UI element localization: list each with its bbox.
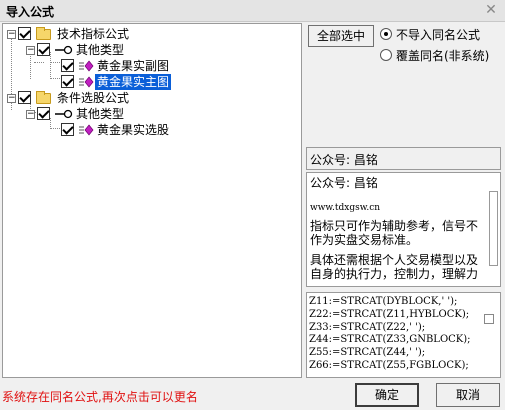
description-line-2: 具体还需根据个人交易模型以及自身的执行力，控制力，理解力	[310, 253, 479, 281]
collapse-icon[interactable]: −	[7, 30, 16, 39]
description-scrollbar[interactable]	[489, 191, 498, 266]
checkbox-checked-icon[interactable]	[18, 27, 31, 40]
code-line: Z66:=STRCAT(Z55,FGBLOCK);	[309, 359, 469, 371]
author-header-text: 公众号: 昌铭	[310, 153, 378, 167]
status-message: 系统存在同名公式,再次点击可以更名	[2, 390, 198, 404]
window-title: 导入公式	[6, 5, 55, 19]
folder-icon	[36, 27, 51, 40]
tree-node-label: 黄金果实选股	[97, 123, 170, 137]
checkbox-checked-icon[interactable]	[61, 59, 74, 72]
checkbox-checked-icon[interactable]	[61, 123, 74, 136]
formula-tree[interactable]: − 技术指标公式 − 其他类型 黄金果实副图 黄金果实主图 − 条件选股公式 −…	[2, 23, 302, 378]
key-icon	[55, 45, 73, 55]
tree-node-label: 条件选股公式	[57, 91, 130, 105]
code-line: Z11:=STRCAT(DYBLOCK,' ');	[309, 296, 458, 307]
tree-node-other-types[interactable]: − 其他类型	[3, 42, 299, 58]
tree-node-formula-stockpick[interactable]: 黄金果实选股	[3, 122, 299, 138]
formula-gem-icon	[79, 60, 94, 72]
tree-node-label: 黄金果实副图	[97, 59, 170, 73]
author-header-panel: 公众号: 昌铭	[306, 147, 501, 170]
description-panel[interactable]: 公众号: 昌铭 www.tdxgsw.cn 指标只可作为辅助参考，信号不作为实盘…	[306, 172, 501, 287]
code-line: Z55:=STRCAT(Z44,' ');	[309, 347, 426, 359]
description-url: www.tdxgsw.cn	[310, 203, 381, 213]
radio-overwrite-same-name-label: 覆盖同名(非系统)	[396, 49, 490, 63]
radio-skip-same-name[interactable]	[380, 28, 392, 40]
tree-node-formula-mainchart[interactable]: 黄金果实主图	[3, 74, 299, 90]
key-icon	[55, 109, 73, 119]
tree-node-other-types[interactable]: − 其他类型	[3, 106, 299, 122]
code-line: Z44:=STRCAT(Z33,GNBLOCK);	[309, 334, 471, 346]
description-line-1: 指标只可作为辅助参考，信号不作为实盘交易标准。	[310, 219, 479, 247]
tree-node-label-selected: 黄金果实主图	[95, 74, 172, 90]
code-line: Z33:=STRCAT(Z22,' ');	[309, 321, 426, 333]
tree-node-indicator-formulas[interactable]: − 技术指标公式	[3, 26, 299, 42]
select-all-button[interactable]: 全部选中	[308, 25, 374, 47]
formula-gem-icon	[79, 124, 94, 136]
cancel-button[interactable]: 取消	[436, 383, 500, 407]
tree-node-formula-subchart[interactable]: 黄金果实副图	[3, 58, 299, 74]
tree-node-label: 其他类型	[76, 43, 125, 57]
collapse-icon[interactable]: −	[26, 46, 35, 55]
title-bar: 导入公式 ✕	[0, 0, 505, 22]
radio-skip-same-name-label: 不导入同名公式	[396, 28, 481, 42]
tree-node-label: 技术指标公式	[57, 27, 130, 41]
collapse-icon[interactable]: −	[26, 110, 35, 119]
ok-button[interactable]: 确定	[355, 383, 419, 407]
description-title: 公众号: 昌铭	[310, 176, 378, 190]
code-line: Z22:=STRCAT(Z11,HYBLOCK);	[309, 308, 470, 320]
formula-code-panel[interactable]: Z11:=STRCAT(DYBLOCK,' '); Z22:=STRCAT(Z1…	[306, 292, 501, 378]
code-scroll-box[interactable]	[484, 314, 494, 324]
collapse-icon[interactable]: −	[7, 94, 16, 103]
close-icon[interactable]: ✕	[483, 2, 499, 18]
tree-node-stock-selection-formulas[interactable]: − 条件选股公式	[3, 90, 299, 106]
folder-icon	[36, 91, 51, 104]
radio-overwrite-same-name[interactable]	[380, 49, 392, 61]
tree-node-label: 其他类型	[76, 107, 125, 121]
checkbox-checked-icon[interactable]	[37, 107, 50, 120]
checkbox-checked-icon[interactable]	[18, 91, 31, 104]
formula-code-text: Z11:=STRCAT(DYBLOCK,' '); Z22:=STRCAT(Z1…	[309, 296, 471, 373]
checkbox-checked-icon[interactable]	[37, 43, 50, 56]
formula-gem-icon	[79, 76, 94, 88]
checkbox-checked-icon[interactable]	[61, 75, 74, 88]
